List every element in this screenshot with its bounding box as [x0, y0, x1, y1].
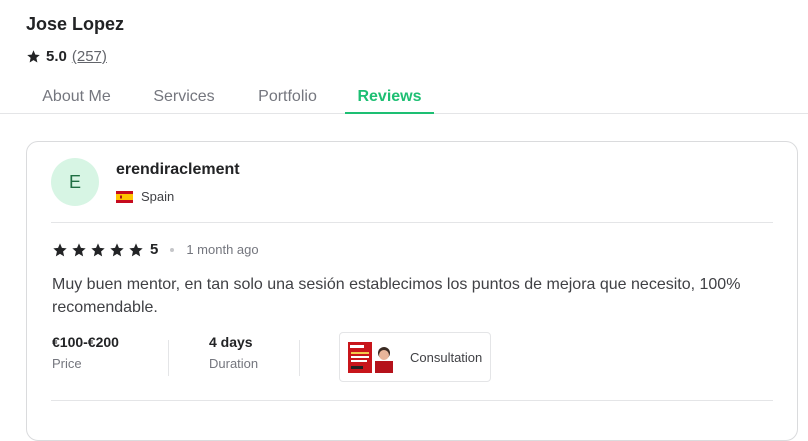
- rating-value: 5.0: [46, 48, 67, 65]
- review-card: E erendiraclement Spain 5 1 month ago Mu…: [26, 141, 798, 441]
- star-icon: [129, 242, 143, 256]
- divider: [51, 222, 773, 223]
- reviewer-name[interactable]: erendiraclement: [116, 161, 240, 179]
- review-rating: 5 1 month ago: [52, 241, 259, 258]
- star-icon: [53, 242, 67, 256]
- star-icon: [27, 50, 40, 63]
- country-name: Spain: [141, 189, 175, 204]
- duration-value: 4 days: [209, 334, 253, 350]
- review-time: 1 month ago: [186, 242, 259, 257]
- tab-portfolio[interactable]: Portfolio: [241, 80, 334, 113]
- profile-tabs: About Me Services Portfolio Reviews: [0, 80, 808, 114]
- review-score: 5: [150, 241, 159, 258]
- reviewer-country: Spain: [116, 189, 174, 204]
- review-text: Muy buen mentor, en tan solo una sesión …: [52, 276, 741, 316]
- star-icon: [91, 242, 105, 256]
- tab-reviews[interactable]: Reviews: [345, 80, 434, 114]
- seller-name: Jose Lopez: [26, 14, 125, 34]
- review-count-link[interactable]: (257): [72, 48, 107, 65]
- price-value: €100-€200: [52, 334, 119, 350]
- divider: [51, 400, 773, 401]
- price-info: €100-€200 Price: [52, 334, 119, 371]
- divider: [299, 340, 300, 376]
- star-icon: [72, 242, 86, 256]
- duration-info: 4 days Duration: [209, 334, 258, 371]
- rating-summary: 5.0 (257): [26, 48, 107, 65]
- price-label: Price: [52, 356, 82, 371]
- separator-dot: [170, 247, 175, 252]
- gig-thumbnail: [348, 342, 397, 373]
- avatar: E: [51, 158, 99, 206]
- tab-services[interactable]: Services: [139, 80, 229, 113]
- star-icon: [110, 242, 124, 256]
- service-card[interactable]: Consultation: [339, 332, 491, 382]
- duration-label: Duration: [209, 356, 259, 371]
- service-label: Consultation: [410, 350, 483, 365]
- divider: [168, 340, 169, 376]
- tab-about-me[interactable]: About Me: [26, 80, 127, 113]
- spain-flag-icon: [116, 190, 133, 203]
